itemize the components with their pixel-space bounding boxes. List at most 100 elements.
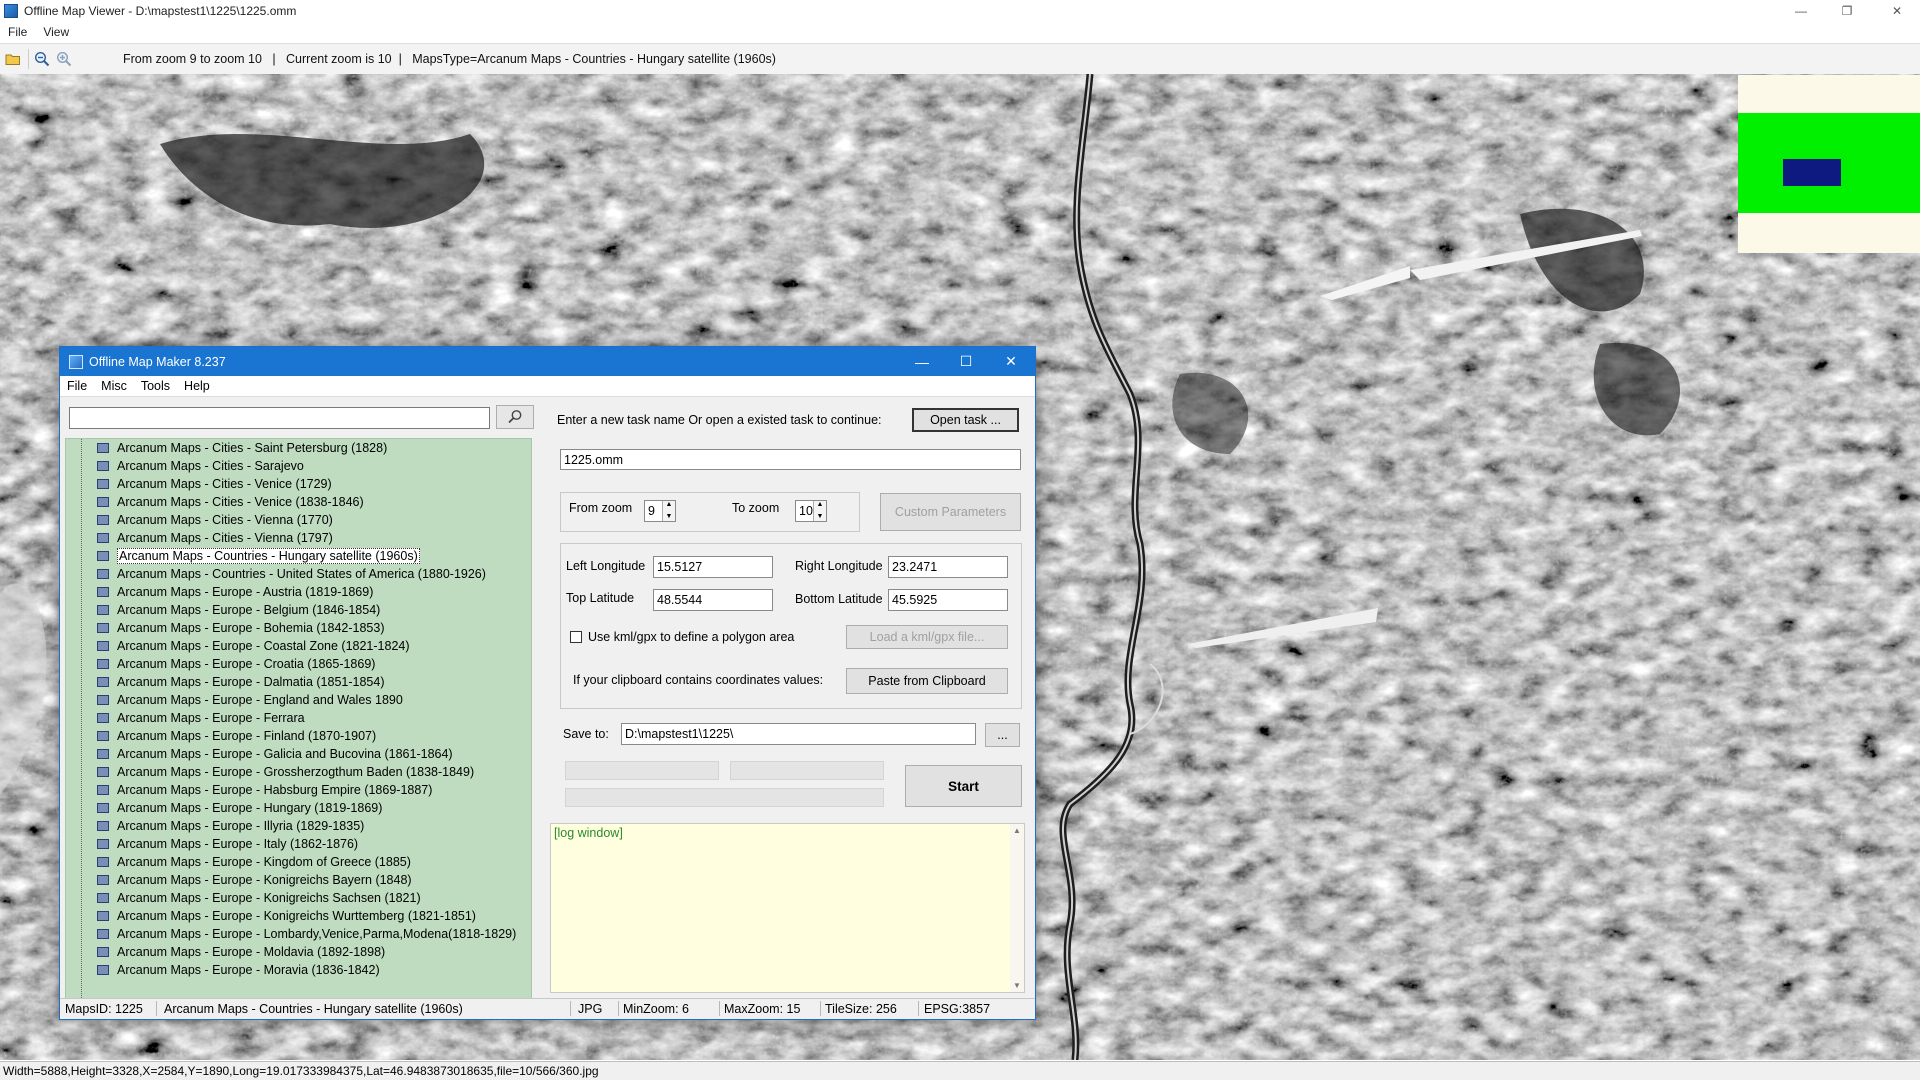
map-image-icon [97,767,109,777]
top-latitude-input[interactable]: 48.5544 [653,589,773,611]
from-zoom-spinner[interactable]: ▲ ▼ [662,501,675,521]
dialog-menu-file[interactable]: File [60,379,94,393]
map-list-item-label: Arcanum Maps - Countries - Hungary satel… [117,548,420,564]
map-list-item-label: Arcanum Maps - Europe - Lombardy,Venice,… [117,927,517,941]
dialog-menu-misc[interactable]: Misc [94,379,134,393]
menu-file[interactable]: File [0,25,35,39]
from-zoom-input[interactable]: 9 ▲ ▼ [644,500,676,522]
dialog-title: Offline Map Maker 8.237 [89,354,226,369]
log-window[interactable]: [log window] ▲ ▼ [550,823,1025,993]
map-list-item[interactable]: Arcanum Maps - Europe - Grossherzogthum … [66,763,474,781]
map-list-item[interactable]: Arcanum Maps - Europe - Galicia and Buco… [66,745,453,763]
map-list-item[interactable]: Arcanum Maps - Europe - Dalmatia (1851-1… [66,673,384,691]
kml-checkbox[interactable] [570,631,582,643]
dialog-close-button[interactable]: ✕ [988,347,1034,376]
map-list-item-label: Arcanum Maps - Europe - Belgium (1846-18… [117,603,381,617]
open-task-button[interactable]: Open task ... [912,408,1019,432]
bottom-latitude-label: Bottom Latitude [795,592,883,606]
map-list-item[interactable]: Arcanum Maps - Europe - Coastal Zone (18… [66,637,410,655]
map-list-item[interactable]: Arcanum Maps - Europe - England and Wale… [66,691,403,709]
map-search-input[interactable] [69,407,490,429]
map-list-item[interactable]: Arcanum Maps - Europe - Konigreichs Sach… [66,889,421,907]
map-image-icon [97,479,109,489]
menu-view[interactable]: View [35,25,77,39]
minimap-viewport[interactable] [1783,159,1841,186]
dialog-title-bar[interactable]: Offline Map Maker 8.237 — ☐ ✕ [60,347,1035,376]
bottom-latitude-input[interactable]: 45.5925 [888,589,1008,611]
to-zoom-input[interactable]: 10 ▲ ▼ [795,500,827,522]
zoom-info: From zoom 9 to zoom 10 | Current zoom is… [123,52,776,66]
map-list-item[interactable]: Arcanum Maps - Europe - Konigreichs Baye… [66,871,412,889]
task-name-input[interactable]: 1225.omm [560,449,1021,470]
map-list-item-label: Arcanum Maps - Europe - Moldavia (1892-1… [117,945,386,959]
save-to-label: Save to: [563,727,609,741]
zoom-out-icon[interactable] [33,50,51,68]
search-button[interactable] [496,405,534,429]
dialog-menu-tools[interactable]: Tools [134,379,177,393]
map-list-item[interactable]: Arcanum Maps - Europe - Finland (1870-19… [66,727,376,745]
map-image-icon [97,659,109,669]
log-scrollbar[interactable]: ▲ ▼ [1010,824,1024,992]
dialog-maximize-button[interactable]: ☐ [943,347,989,376]
map-list-item[interactable]: Arcanum Maps - Cities - Vienna (1770) [66,511,333,529]
map-list-item-label: Arcanum Maps - Cities - Vienna (1797) [117,531,333,545]
map-list-item[interactable]: Arcanum Maps - Cities - Saint Petersburg… [66,439,387,457]
dialog-status-bar: MapsID: 1225 Arcanum Maps - Countries - … [60,998,1035,1019]
from-zoom-label: From zoom [569,501,633,515]
map-list-item-label: Arcanum Maps - Europe - England and Wale… [117,693,403,707]
map-list-item[interactable]: Arcanum Maps - Europe - Kingdom of Greec… [66,853,411,871]
start-button[interactable]: Start [905,765,1022,807]
map-list-item-label: Arcanum Maps - Europe - Galicia and Buco… [117,747,453,761]
overview-minimap[interactable] [1738,75,1920,253]
map-list-item[interactable]: Arcanum Maps - Countries - Hungary satel… [66,547,420,565]
map-list-item[interactable]: Arcanum Maps - Cities - Venice (1838-184… [66,493,364,511]
to-zoom-spinner[interactable]: ▲ ▼ [813,501,826,521]
map-type-list[interactable]: Arcanum Maps - Cities - Saint Petersburg… [65,438,532,1003]
browse-button[interactable]: ... [985,723,1020,747]
map-list-item[interactable]: Arcanum Maps - Cities - Vienna (1797) [66,529,333,547]
left-longitude-input[interactable]: 15.5127 [653,556,773,578]
save-to-input[interactable]: D:\mapstest1\1225\ [621,723,976,745]
map-image-icon [97,461,109,471]
dialog-menu-help[interactable]: Help [177,379,217,393]
map-list-item-label: Arcanum Maps - Europe - Konigreichs Sach… [117,891,421,905]
custom-parameters-button[interactable]: Custom Parameters [880,493,1021,531]
close-button[interactable]: ✕ [1874,0,1920,22]
status-maps-id: MapsID: 1225 [65,1002,143,1016]
map-list-item[interactable]: Arcanum Maps - Europe - Belgium (1846-18… [66,601,380,619]
map-list-item-label: Arcanum Maps - Europe - Dalmatia (1851-1… [117,675,385,689]
map-image-icon [97,875,109,885]
map-list-item[interactable]: Arcanum Maps - Cities - Sarajevo [66,457,304,475]
map-list-item[interactable]: Arcanum Maps - Europe - Habsburg Empire … [66,781,432,799]
open-folder-icon[interactable] [4,50,22,68]
map-list-item[interactable]: Arcanum Maps - Europe - Austria (1819-18… [66,583,373,601]
map-list-item[interactable]: Arcanum Maps - Europe - Illyria (1829-18… [66,817,364,835]
map-list-item[interactable]: Arcanum Maps - Europe - Italy (1862-1876… [66,835,358,853]
map-list-item[interactable]: Arcanum Maps - Europe - Croatia (1865-18… [66,655,375,673]
map-list-item-label: Arcanum Maps - Europe - Grossherzogthum … [117,765,475,779]
map-list-item[interactable]: Arcanum Maps - Europe - Bohemia (1842-18… [66,619,385,637]
map-list-item[interactable]: Arcanum Maps - Europe - Lombardy,Venice,… [66,925,516,943]
minimize-button[interactable]: — [1778,0,1824,22]
load-kml-button[interactable]: Load a kml/gpx file... [846,625,1008,649]
map-list-item[interactable]: Arcanum Maps - Europe - Konigreichs Wurt… [66,907,476,925]
map-image-icon [97,731,109,741]
map-list-item[interactable]: Arcanum Maps - Europe - Ferrara [66,709,305,727]
map-list-item[interactable]: Arcanum Maps - Europe - Moldavia (1892-1… [66,943,385,961]
map-list-item[interactable]: Arcanum Maps - Europe - Hungary (1819-18… [66,799,382,817]
right-longitude-input[interactable]: 23.2471 [888,556,1008,578]
restore-button[interactable]: ❐ [1824,0,1870,22]
paste-clipboard-button[interactable]: Paste from Clipboard [846,668,1008,694]
dialog-minimize-button[interactable]: — [899,347,945,376]
map-list-item[interactable]: Arcanum Maps - Europe - Moravia (1836-18… [66,961,380,979]
left-longitude-label: Left Longitude [566,559,646,573]
clipboard-label: If your clipboard contains coordinates v… [573,673,824,687]
viewer-title-bar: Offline Map Viewer - D:\mapstest1\1225\1… [0,0,1920,22]
status-divider [618,1001,619,1016]
map-list-item-label: Arcanum Maps - Europe - Finland (1870-19… [117,729,377,743]
status-format: JPG [578,1002,603,1016]
map-list-item[interactable]: Arcanum Maps - Cities - Venice (1729) [66,475,332,493]
zoom-in-icon[interactable] [55,50,73,68]
map-list-item-label: Arcanum Maps - Europe - Ferrara [117,711,305,725]
map-list-item[interactable]: Arcanum Maps - Countries - United States… [66,565,486,583]
